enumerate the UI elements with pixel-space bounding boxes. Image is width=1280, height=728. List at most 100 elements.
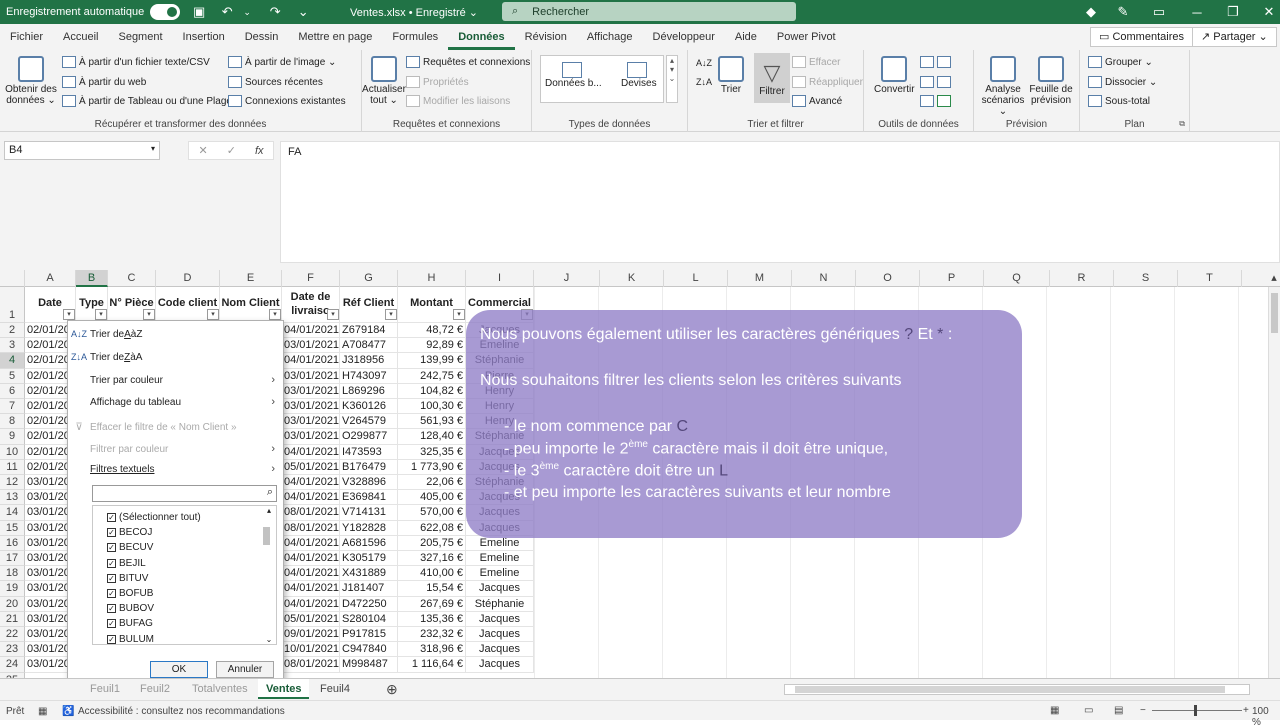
- cell[interactable]: 04/01/2021: [282, 551, 340, 567]
- accessibility-icon[interactable]: ♿: [62, 706, 74, 717]
- customize-qat-icon[interactable]: ⌄: [294, 4, 312, 20]
- properties-button[interactable]: Propriétés: [406, 76, 469, 88]
- name-box[interactable]: B4 ▾: [4, 141, 160, 160]
- refresh-all-button[interactable]: Actualiser tout ⌄: [362, 56, 406, 106]
- from-table-button[interactable]: À partir de Tableau ou d'une Plage: [62, 95, 232, 107]
- subtotal-button[interactable]: Sous-total: [1088, 95, 1150, 107]
- zoom-out-icon[interactable]: −: [1140, 705, 1146, 716]
- cell[interactable]: D472250: [340, 596, 398, 612]
- checkbox[interactable]: ✓: [107, 634, 116, 644]
- sheet-tab-totalventes[interactable]: Totalventes: [184, 679, 256, 699]
- row-header[interactable]: 10: [0, 444, 25, 460]
- cell[interactable]: 15,54 €: [398, 581, 466, 597]
- row-header[interactable]: 4: [0, 353, 25, 369]
- cell[interactable]: Emeline: [466, 535, 534, 551]
- cell[interactable]: 10/01/2021: [282, 642, 340, 658]
- cell[interactable]: 410,00 €: [398, 566, 466, 582]
- row-header[interactable]: 5: [0, 368, 25, 384]
- search-box[interactable]: ⌕ Rechercher: [502, 2, 796, 21]
- cell[interactable]: V714131: [340, 505, 398, 521]
- text-filters[interactable]: Filtres textuels ›: [68, 459, 283, 479]
- cell[interactable]: 139,99 €: [398, 353, 466, 369]
- cell[interactable]: 08/01/2021: [282, 505, 340, 521]
- cell[interactable]: J181407: [340, 581, 398, 597]
- cell[interactable]: 08/01/2021: [282, 520, 340, 536]
- save-icon[interactable]: ▣: [190, 4, 208, 20]
- cell[interactable]: K360126: [340, 399, 398, 415]
- row-header[interactable]: 3: [0, 338, 25, 354]
- undo-icon[interactable]: ↶: [218, 4, 236, 20]
- scroll-up-icon[interactable]: ▴: [1268, 270, 1280, 287]
- col-header-h[interactable]: H: [398, 270, 466, 287]
- tab-developpeur[interactable]: Développeur: [643, 24, 725, 50]
- cell[interactable]: Stéphanie: [466, 596, 534, 612]
- row-header[interactable]: 7: [0, 399, 25, 415]
- sort-az-button[interactable]: A↓Z Z↓A: [696, 58, 712, 88]
- ungroup-button[interactable]: Dissocier ⌄: [1088, 76, 1157, 88]
- cell[interactable]: 267,69 €: [398, 596, 466, 612]
- cell[interactable]: S280104: [340, 611, 398, 627]
- zoom-slider-thumb[interactable]: [1194, 705, 1197, 716]
- row-header[interactable]: 16: [0, 535, 25, 551]
- forecast-sheet-button[interactable]: Feuille de prévision: [1028, 56, 1074, 106]
- recent-sources-button[interactable]: Sources récentes: [228, 76, 323, 88]
- col-header-f[interactable]: F: [282, 270, 340, 287]
- undo-dropdown-icon[interactable]: ⌄: [238, 4, 256, 20]
- cell[interactable]: 04/01/2021: [282, 581, 340, 597]
- row-header[interactable]: 8: [0, 414, 25, 430]
- maximize-icon[interactable]: ❐: [1224, 4, 1242, 20]
- tab-segment[interactable]: Segment: [108, 24, 172, 50]
- cell[interactable]: Jacques: [466, 657, 534, 673]
- cell[interactable]: 04/01/2021: [282, 566, 340, 582]
- cancel-icon[interactable]: ✕: [199, 144, 208, 157]
- row-header[interactable]: 11: [0, 459, 25, 475]
- advanced-button[interactable]: Avancé: [792, 95, 842, 107]
- cell[interactable]: Jacques: [466, 581, 534, 597]
- cell[interactable]: 318,96 €: [398, 642, 466, 658]
- col-header-p[interactable]: P: [920, 270, 984, 287]
- cell[interactable]: C947840: [340, 642, 398, 658]
- vertical-scrollbar[interactable]: [1268, 287, 1280, 678]
- filter-search-input[interactable]: ⌕: [92, 485, 277, 502]
- cell[interactable]: 03/01/2021: [282, 383, 340, 399]
- tab-affichage[interactable]: Affichage: [577, 24, 643, 50]
- tab-mise-en-page[interactable]: Mettre en page: [288, 24, 382, 50]
- filter-dropdown-icon[interactable]: ▾: [385, 309, 397, 320]
- cell[interactable]: V264579: [340, 414, 398, 430]
- checkbox[interactable]: ✓: [107, 619, 116, 629]
- cell[interactable]: Jacques: [466, 627, 534, 643]
- sort-a-to-z[interactable]: A↓Z Trier de A à Z: [68, 324, 283, 344]
- cell[interactable]: 405,00 €: [398, 490, 466, 506]
- col-header-g[interactable]: G: [340, 270, 398, 287]
- row-header[interactable]: 20: [0, 596, 25, 612]
- cell[interactable]: 03/01/2021: [282, 399, 340, 415]
- horizontal-scrollbar[interactable]: [784, 684, 1250, 695]
- cancel-button[interactable]: Annuler: [216, 661, 274, 678]
- col-header-j[interactable]: J: [534, 270, 600, 287]
- relationships-icon[interactable]: [920, 95, 954, 107]
- zoom-in-icon[interactable]: +: [1243, 705, 1249, 716]
- cell[interactable]: 622,08 €: [398, 520, 466, 536]
- cell[interactable]: P917815: [340, 627, 398, 643]
- sort-button[interactable]: Trier: [718, 56, 744, 95]
- zoom-level[interactable]: 100 %: [1252, 706, 1280, 728]
- scroll-down-icon[interactable]: ⌄: [263, 635, 275, 644]
- tab-dessin[interactable]: Dessin: [235, 24, 289, 50]
- cell[interactable]: 570,00 €: [398, 505, 466, 521]
- filter-button[interactable]: ▽ Filtrer: [754, 53, 790, 103]
- filter-dropdown-icon[interactable]: ▾: [269, 309, 281, 320]
- row-header[interactable]: 18: [0, 566, 25, 582]
- cell[interactable]: 128,40 €: [398, 429, 466, 445]
- autosave-toggle[interactable]: [150, 4, 181, 20]
- filter-dropdown-icon[interactable]: ▾: [207, 309, 219, 320]
- col-header-s[interactable]: S: [1114, 270, 1178, 287]
- cell[interactable]: 1 116,64 €: [398, 657, 466, 673]
- cell[interactable]: 04/01/2021: [282, 475, 340, 491]
- cell[interactable]: A708477: [340, 338, 398, 354]
- cell[interactable]: Z679184: [340, 323, 398, 339]
- sheet-tab-feuil4[interactable]: Feuil4: [312, 679, 358, 699]
- cell[interactable]: 1 773,90 €: [398, 459, 466, 475]
- reapply-button[interactable]: Réappliquer: [792, 76, 863, 88]
- page-layout-icon[interactable]: ▭: [1084, 705, 1093, 716]
- row-header[interactable]: 17: [0, 551, 25, 567]
